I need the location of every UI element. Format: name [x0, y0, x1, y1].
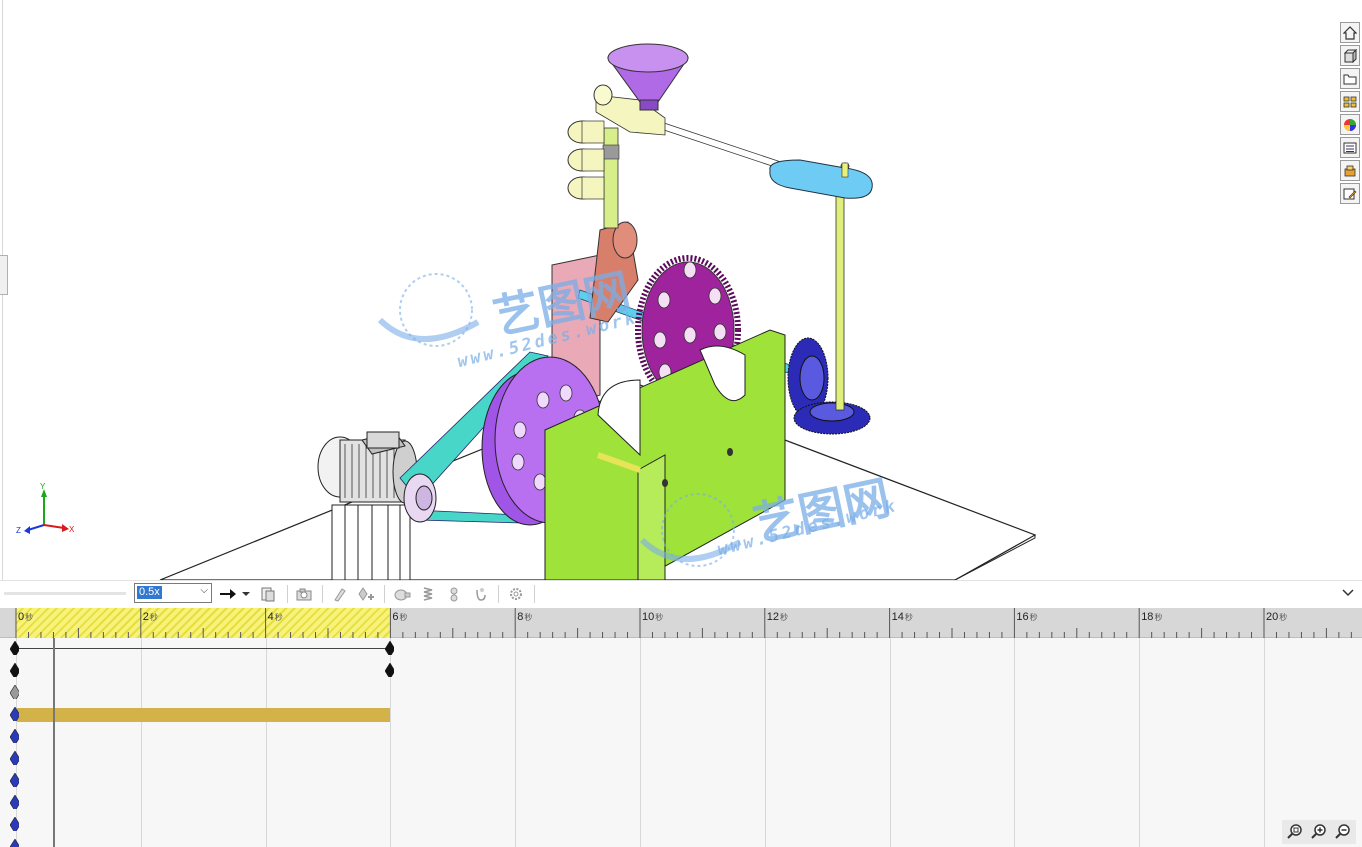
timeline-grid-line	[1014, 638, 1016, 847]
zoom-in-icon[interactable]	[1309, 821, 1329, 841]
ruler-tick-label: 0秒	[18, 611, 34, 623]
ruler-tick-label: 8秒	[517, 611, 533, 623]
play-mode-dropdown-icon[interactable]	[240, 584, 252, 604]
vertical-rod	[835, 174, 845, 411]
gravity-icon[interactable]	[470, 584, 490, 604]
keyframe-diamond[interactable]	[10, 839, 19, 847]
timeline-grid-line	[265, 638, 267, 847]
keyframe-diamond[interactable]	[10, 663, 19, 677]
chevron-down-icon: ⌵	[200, 585, 208, 596]
solidworks-resources-icon[interactable]	[1340, 160, 1360, 181]
component-change-bar[interactable]	[17, 708, 391, 722]
ruler-tick-label: 16秒	[1016, 611, 1038, 623]
watermark-logo-2	[639, 482, 750, 580]
timeline-grid-line	[140, 638, 142, 847]
timeline-grid-line	[640, 638, 641, 847]
file-explorer-icon[interactable]	[1340, 68, 1360, 89]
keyframe-diamond[interactable]	[10, 817, 19, 831]
motion-study-toolbar: 0.5x ⌵	[0, 580, 1362, 608]
motor-pulley	[403, 473, 437, 523]
settings-icon[interactable]	[506, 584, 526, 604]
ruler-tick-label: 18秒	[1141, 611, 1163, 623]
keyframe-diamond[interactable]	[10, 795, 19, 809]
keyframe-diamond[interactable]	[385, 663, 395, 677]
animation-wizard-icon[interactable]	[294, 584, 314, 604]
graphics-viewport[interactable]: Y X Z 艺图网 www.52des.work 艺图网 www.52des.w…	[0, 0, 1362, 580]
design-library-icon[interactable]	[1340, 45, 1360, 66]
timeline-grid-line	[889, 638, 891, 847]
timeline-grid-line	[764, 638, 766, 847]
triad-x-label: X	[69, 525, 75, 534]
motion-timeline[interactable]: 0秒 2秒 4秒 6秒 8秒 10秒 12秒 14秒 16秒 18秒 20秒	[0, 608, 1362, 847]
ruler-tick-label: 10秒	[642, 611, 664, 623]
timeline-grid-line	[1139, 638, 1141, 847]
ruler-tick-label: 20秒	[1266, 611, 1288, 623]
ruler-tick-label: 12秒	[766, 611, 789, 623]
keyframe-diamond[interactable]	[385, 641, 395, 655]
view-triad: Y X Z	[16, 482, 75, 535]
add-key-icon[interactable]	[356, 584, 376, 604]
view-palette-icon[interactable]	[1340, 91, 1360, 112]
appearances-icon[interactable]	[1340, 114, 1360, 135]
home-icon[interactable]	[1340, 22, 1360, 43]
bevel-gears	[787, 337, 871, 435]
task-pane-tabs	[1340, 22, 1362, 206]
timeline-key-span	[15, 648, 390, 649]
contact-icon[interactable]	[444, 584, 464, 604]
timeline-zoom-controls	[1282, 820, 1356, 844]
play-arrow-icon[interactable]	[218, 584, 238, 604]
cam-plate	[769, 159, 873, 199]
ruler-tick-label: 2秒	[142, 611, 158, 623]
keyframe-diamond[interactable]	[10, 685, 19, 699]
ruler-tick-label: 4秒	[267, 611, 283, 623]
keyframe-diamond[interactable]	[10, 641, 19, 655]
zoom-to-fit-icon[interactable]	[1285, 821, 1305, 841]
keyframe-diamond[interactable]	[10, 751, 19, 765]
time-cursor[interactable]	[53, 638, 56, 847]
save-animation-icon[interactable]	[258, 584, 278, 604]
playback-speed-select[interactable]: 0.5x ⌵	[134, 583, 212, 603]
electric-motor	[317, 431, 418, 504]
custom-properties-icon[interactable]	[1340, 137, 1360, 158]
triad-y-label: Y	[40, 482, 46, 491]
keyframe-diamond[interactable]	[10, 707, 19, 721]
keyframe-diamond[interactable]	[10, 729, 19, 743]
timeline-grid-line	[1264, 638, 1265, 847]
timeline-grid-line	[515, 638, 517, 847]
autokey-icon[interactable]	[330, 584, 350, 604]
triad-z-label: Z	[16, 526, 21, 535]
time-ruler[interactable]: 0秒 2秒 4秒 6秒 8秒 10秒 12秒 14秒 16秒 18秒 20秒	[0, 608, 1362, 638]
motor-icon[interactable]	[392, 584, 412, 604]
motor-stand	[331, 504, 411, 580]
keyframe-diamond[interactable]	[10, 773, 19, 787]
zoom-out-icon[interactable]	[1333, 821, 1353, 841]
ruler-tick-label: 14秒	[891, 611, 913, 623]
ruler-tick-label: 6秒	[392, 611, 408, 623]
spring-icon[interactable]	[418, 584, 438, 604]
collapse-chevron-icon[interactable]	[1342, 586, 1354, 600]
forum-icon[interactable]	[1340, 183, 1360, 204]
playback-slider[interactable]	[4, 592, 126, 595]
playback-speed-value: 0.5x	[137, 586, 162, 599]
